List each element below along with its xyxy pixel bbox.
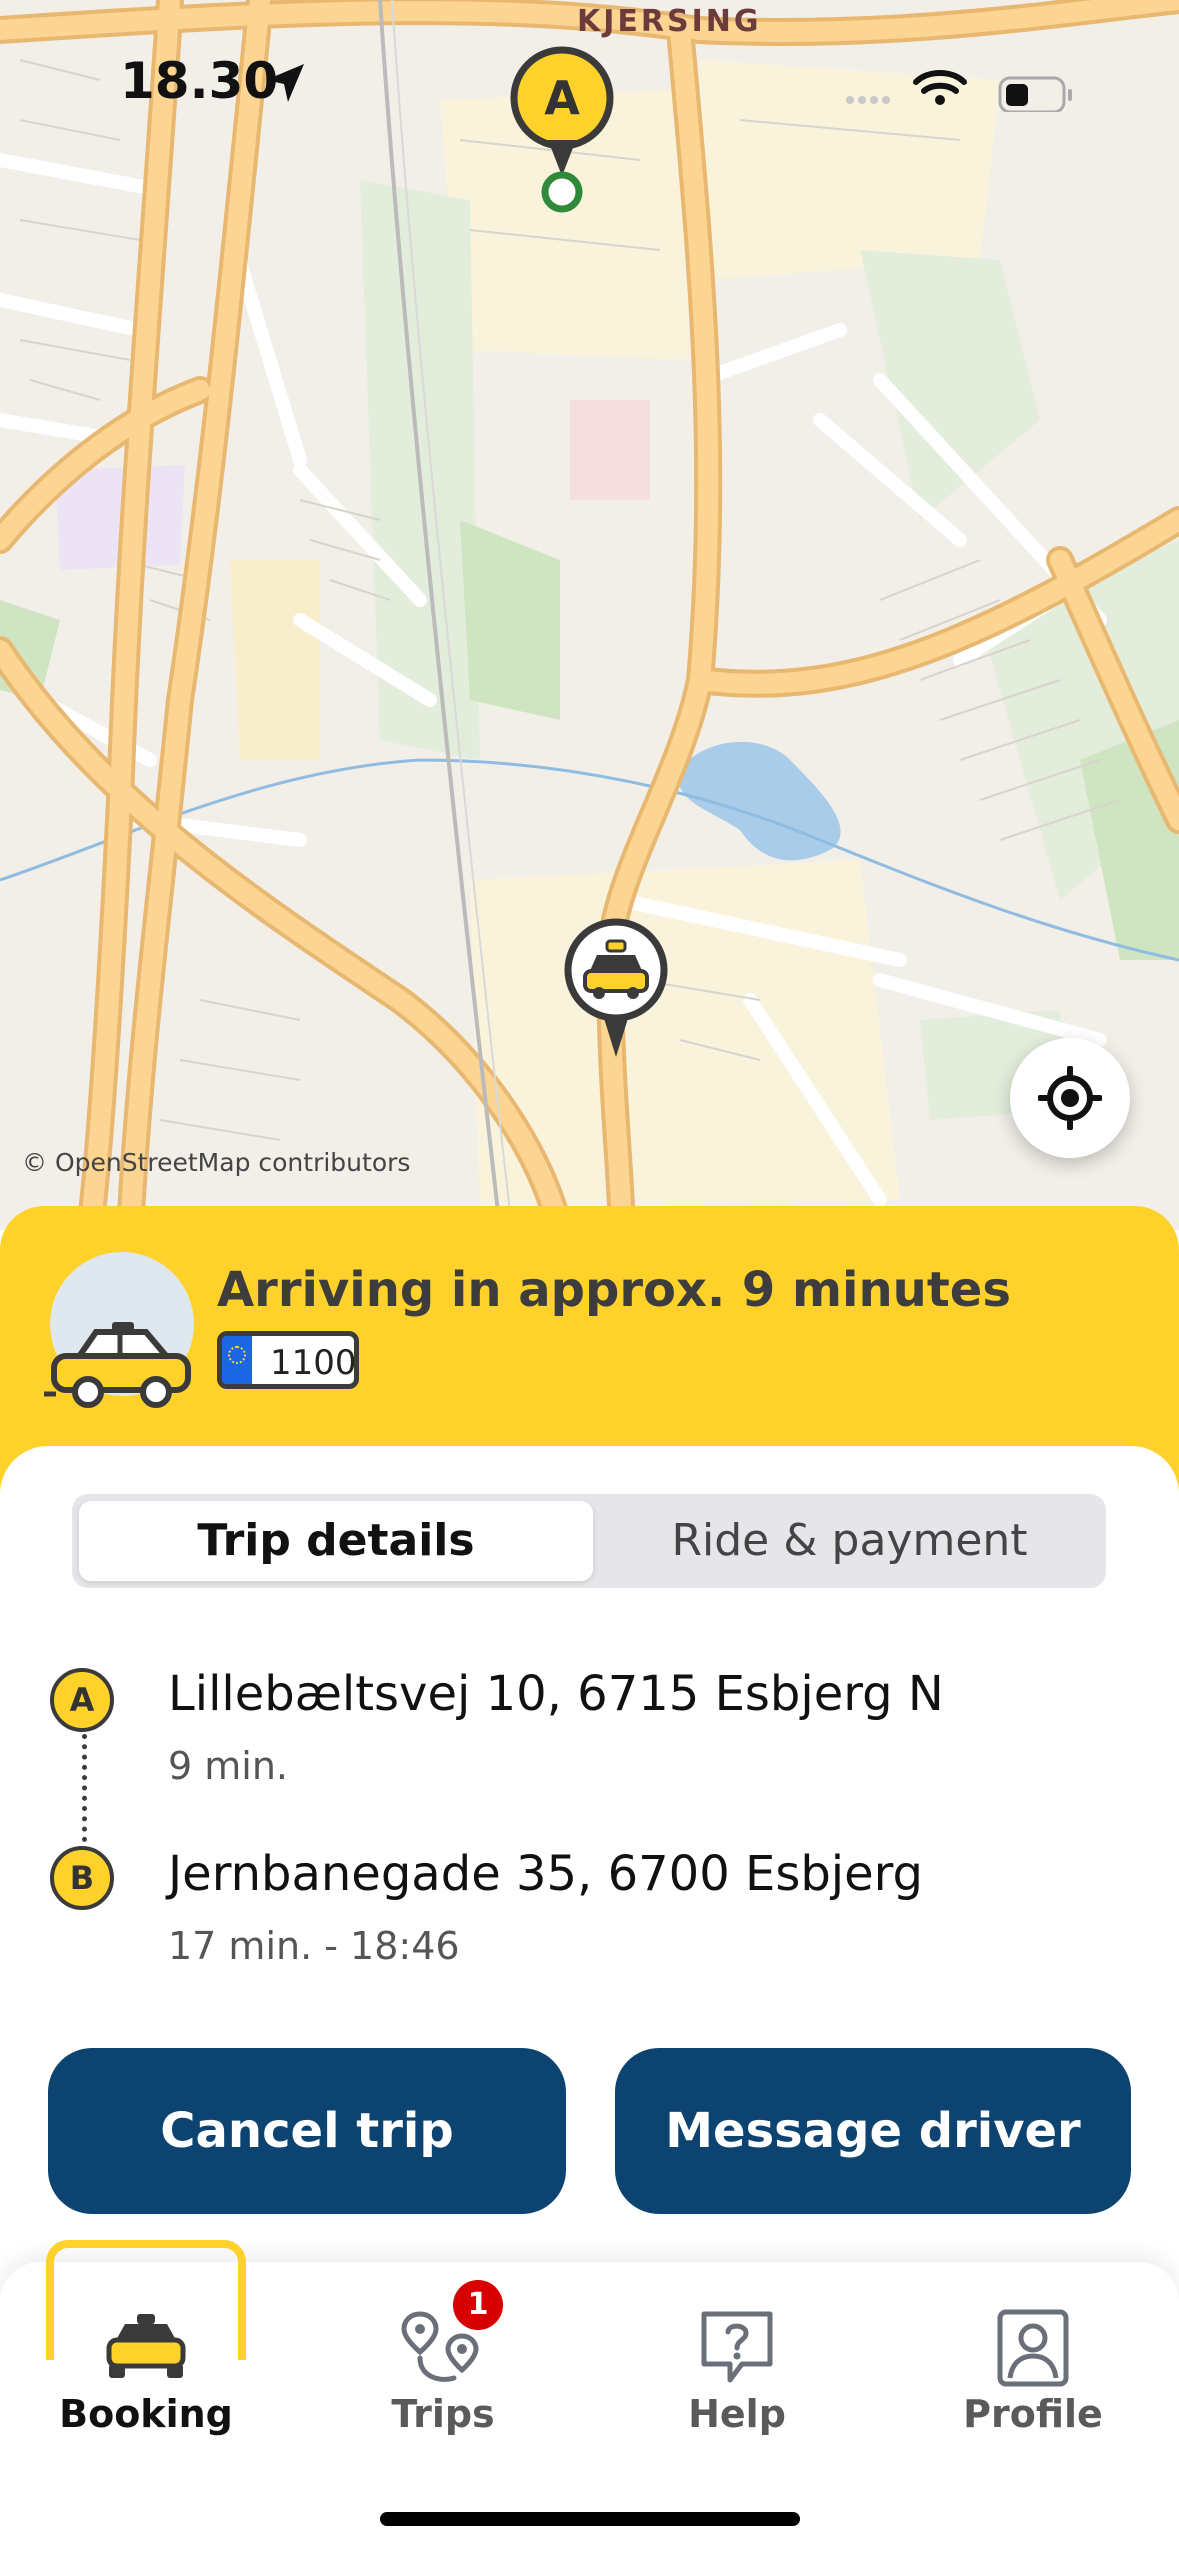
nav-profile-label: Profile (963, 2392, 1103, 2436)
trips-notification-badge: 1 (453, 2280, 503, 2330)
recenter-location-button[interactable] (1010, 1038, 1130, 1158)
nav-trips[interactable]: Trips (343, 2240, 543, 2460)
dropoff-address: Jernbanegade 35, 6700 Esbjerg (168, 1846, 924, 1902)
nav-booking[interactable]: Booking (46, 2240, 246, 2460)
status-icons (846, 70, 1072, 112)
status-time: 18.30 (120, 52, 279, 110)
pickup-pin-icon[interactable]: A (506, 46, 618, 216)
tab-trip-details[interactable]: Trip details (79, 1515, 593, 1566)
route-connector (82, 1734, 87, 1842)
cellular-signal-icon (846, 96, 890, 104)
pickup-eta: 9 min. (168, 1744, 288, 1788)
nav-profile[interactable]: Profile (933, 2240, 1133, 2460)
taxi-icon (106, 2314, 186, 2378)
vehicle-avatar (44, 1252, 194, 1408)
nav-booking-label: Booking (59, 2392, 233, 2436)
stop-marker-b: B (50, 1846, 114, 1910)
wifi-icon (913, 70, 967, 94)
location-arrow-icon (266, 64, 304, 102)
cancel-trip-button[interactable]: Cancel trip (48, 2048, 566, 2214)
nav-trips-label: Trips (391, 2392, 495, 2436)
eu-flag-icon (222, 1336, 252, 1384)
arrival-eta-text: Arriving in approx. 9 minutes (217, 1262, 1011, 1318)
nav-help-label: Help (688, 2392, 786, 2436)
pickup-address: Lillebæltsvej 10, 6715 Esbjerg N (168, 1666, 944, 1722)
dropoff-eta: 17 min. - 18:46 (168, 1924, 460, 1968)
battery-icon (998, 76, 1072, 112)
help-icon (701, 2311, 773, 2383)
stop-marker-a: A (50, 1668, 114, 1732)
taxi-car-icon (44, 1322, 191, 1408)
nav-help[interactable]: Help (637, 2240, 837, 2460)
pickup-pin-label: A (544, 71, 580, 125)
home-indicator[interactable] (380, 2512, 800, 2526)
map-attribution[interactable]: © OpenStreetMap contributors (22, 1148, 410, 1177)
taxi-location-pin-icon[interactable] (563, 917, 669, 1067)
map-area-label: KJERSING (577, 4, 762, 39)
license-plate-number: 1100 (270, 1343, 357, 1383)
message-driver-button[interactable]: Message driver (615, 2048, 1131, 2214)
profile-icon (997, 2309, 1069, 2387)
tab-ride-payment[interactable]: Ride & payment (593, 1515, 1106, 1566)
license-plate: 1100 (217, 1331, 359, 1389)
crosshair-icon (1038, 1066, 1102, 1130)
